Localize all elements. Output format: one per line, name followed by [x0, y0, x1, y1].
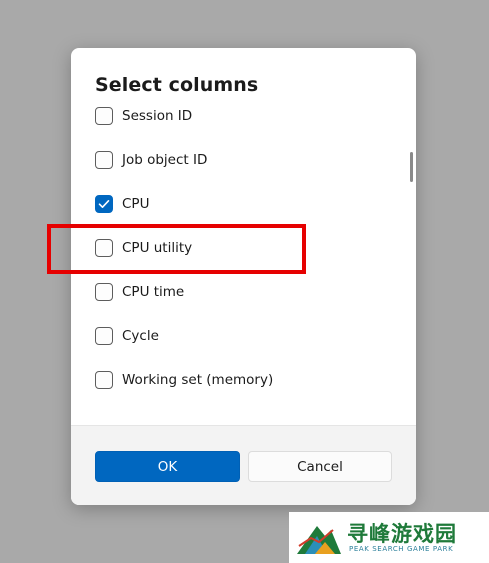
list-scrollbar-thumb[interactable] [410, 152, 413, 182]
watermark-subtitle: PEAK SEARCH GAME PARK [349, 545, 454, 553]
option-cpu-time[interactable]: CPU time [95, 281, 184, 303]
checkbox[interactable] [95, 371, 113, 389]
option-label: Job object ID [122, 152, 208, 168]
option-cpu-utility[interactable]: CPU utility [95, 237, 192, 259]
checkbox[interactable] [95, 107, 113, 125]
checkbox-checked[interactable] [95, 195, 113, 213]
checkbox[interactable] [95, 239, 113, 257]
dialog-footer: OK Cancel [71, 425, 416, 505]
watermark-title: 寻峰游戏园 [347, 522, 457, 546]
mountain-logo-icon [297, 526, 341, 554]
option-label: CPU [122, 196, 150, 212]
select-columns-dialog: Select columns Session ID Job object ID … [71, 48, 416, 505]
option-job-object-id[interactable]: Job object ID [95, 149, 207, 171]
option-session-id[interactable]: Session ID [95, 105, 192, 127]
watermark: 寻峰游戏园 PEAK SEARCH GAME PARK [289, 512, 489, 563]
option-label: Cycle [122, 328, 159, 344]
option-label: Working set (memory) [122, 372, 274, 388]
column-options-list: Session ID Job object ID CPU CPU utility… [71, 102, 416, 420]
option-label: CPU utility [122, 240, 193, 256]
checkbox[interactable] [95, 327, 113, 345]
option-label: CPU time [122, 284, 185, 300]
checkmark-icon [98, 200, 110, 208]
ok-button[interactable]: OK [95, 451, 240, 482]
option-cycle[interactable]: Cycle [95, 325, 159, 347]
option-label: Session ID [122, 108, 193, 124]
checkbox[interactable] [95, 151, 113, 169]
option-working-set-memory[interactable]: Working set (memory) [95, 369, 273, 391]
dialog-title: Select columns [95, 74, 259, 96]
cancel-button[interactable]: Cancel [248, 451, 392, 482]
option-cpu[interactable]: CPU [95, 193, 149, 215]
checkbox[interactable] [95, 283, 113, 301]
